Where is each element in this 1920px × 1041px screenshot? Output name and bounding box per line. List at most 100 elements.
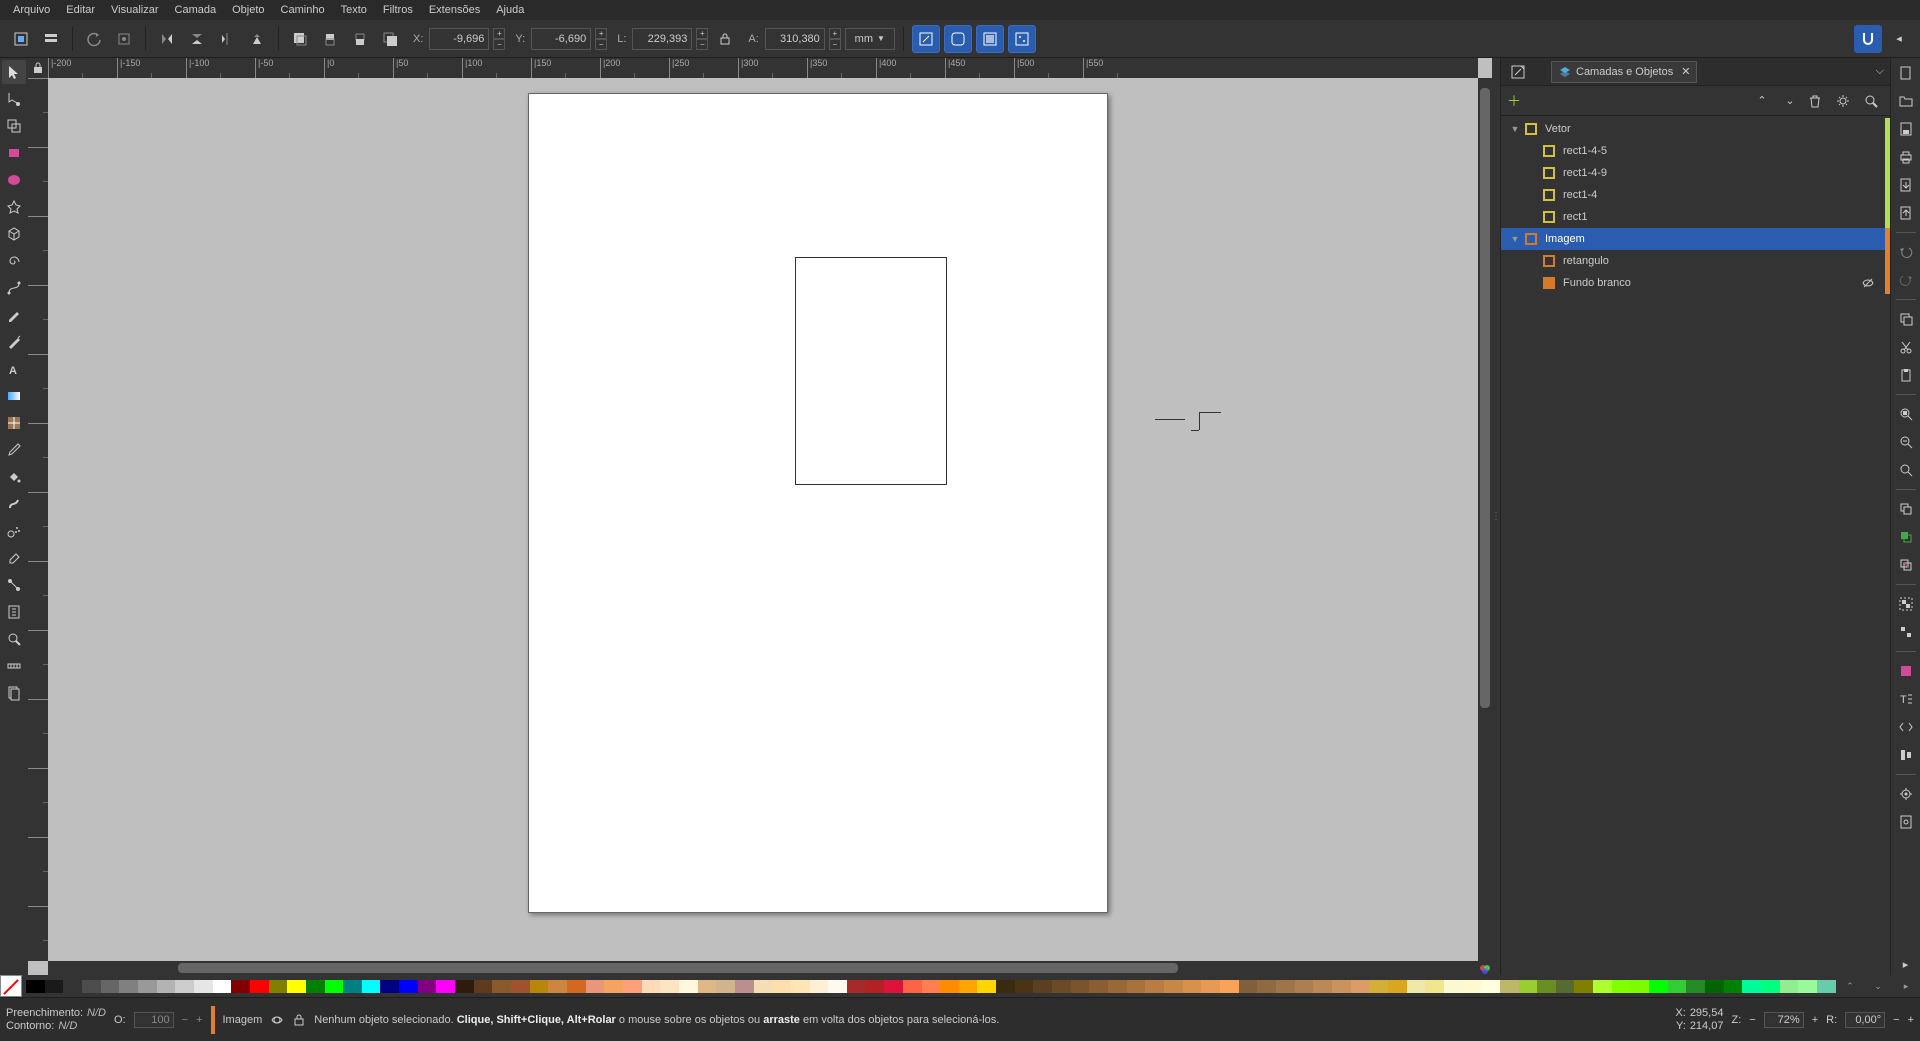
tweak-tool-icon[interactable] xyxy=(2,492,26,516)
layer-name[interactable]: rect1-4 xyxy=(1559,189,1881,201)
layer-row[interactable]: rect1-4-9 xyxy=(1501,162,1890,184)
canvas[interactable] xyxy=(48,78,1478,961)
clone-icon[interactable] xyxy=(1895,526,1917,548)
color-swatch[interactable] xyxy=(362,980,381,993)
color-swatch[interactable] xyxy=(1612,980,1631,993)
color-swatch[interactable] xyxy=(660,980,679,993)
snap-options-icon[interactable]: ◂ xyxy=(1886,26,1912,52)
color-swatch[interactable] xyxy=(716,980,735,993)
import-icon[interactable] xyxy=(1895,174,1917,196)
color-swatch[interactable] xyxy=(1220,980,1239,993)
color-swatch[interactable] xyxy=(698,980,717,993)
menu-ajuda[interactable]: Ajuda xyxy=(488,1,532,19)
preferences-icon[interactable] xyxy=(1895,783,1917,805)
color-swatch[interactable] xyxy=(492,980,511,993)
zoom-drawing-icon[interactable] xyxy=(1895,431,1917,453)
color-swatch[interactable] xyxy=(45,980,64,993)
layer-name[interactable]: rect1 xyxy=(1559,211,1881,223)
stray-path-1[interactable] xyxy=(1155,419,1185,420)
paintbucket-tool-icon[interactable] xyxy=(2,465,26,489)
h-input[interactable] xyxy=(765,28,825,50)
color-swatch[interactable] xyxy=(1313,980,1332,993)
mirror-h-icon[interactable] xyxy=(214,26,240,52)
color-swatch[interactable] xyxy=(1668,980,1687,993)
group-icon[interactable] xyxy=(1895,593,1917,615)
lower-icon[interactable] xyxy=(347,26,373,52)
color-swatch[interactable] xyxy=(1593,980,1612,993)
flip-v-icon[interactable] xyxy=(184,26,210,52)
layer-name[interactable]: Fundo branco xyxy=(1559,277,1857,289)
current-layer-name[interactable]: Imagem xyxy=(223,1014,263,1026)
vertical-scrollbar[interactable] xyxy=(1478,78,1492,961)
color-swatch[interactable] xyxy=(399,980,418,993)
transform-move-pattern-icon[interactable] xyxy=(1008,25,1036,53)
color-swatch[interactable] xyxy=(455,980,474,993)
color-swatch[interactable] xyxy=(735,980,754,993)
ruler-horizontal[interactable]: |-200|-150|-100|-50|0|50|100|150|200|250… xyxy=(48,58,1478,78)
color-swatch[interactable] xyxy=(418,980,437,993)
layer-row[interactable]: rect1 xyxy=(1501,206,1890,228)
color-swatch[interactable] xyxy=(474,980,493,993)
color-swatch[interactable] xyxy=(119,980,138,993)
zoom-minus[interactable]: − xyxy=(1749,1014,1755,1026)
rotate-cw-icon[interactable] xyxy=(111,26,137,52)
search-layer-icon[interactable] xyxy=(1864,94,1884,108)
color-swatch[interactable] xyxy=(1649,980,1668,993)
pages-tool-icon[interactable] xyxy=(2,681,26,705)
color-swatch[interactable] xyxy=(548,980,567,993)
layer-row[interactable]: rect1-4 xyxy=(1501,184,1890,206)
ellipse-tool-icon[interactable] xyxy=(2,168,26,192)
dropper-tool-icon[interactable] xyxy=(2,438,26,462)
color-swatch[interactable] xyxy=(977,980,996,993)
color-swatch[interactable] xyxy=(82,980,101,993)
paste-icon[interactable] xyxy=(1895,364,1917,386)
color-swatch[interactable] xyxy=(586,980,605,993)
text-tool-icon[interactable]: A xyxy=(2,357,26,381)
color-swatch[interactable] xyxy=(269,980,288,993)
color-swatch[interactable] xyxy=(866,980,885,993)
layer-name[interactable]: Imagem xyxy=(1541,233,1881,245)
color-swatch[interactable] xyxy=(1145,980,1164,993)
color-swatch[interactable] xyxy=(63,980,82,993)
more-commands-icon[interactable]: ▸ xyxy=(1895,953,1917,975)
color-swatch[interactable] xyxy=(1817,980,1836,993)
stray-path-4[interactable] xyxy=(1191,430,1199,431)
color-swatch[interactable] xyxy=(530,980,549,993)
color-mode-icon[interactable] xyxy=(1478,961,1492,975)
color-swatch[interactable] xyxy=(1332,980,1351,993)
color-swatch[interactable] xyxy=(325,980,344,993)
color-swatch[interactable] xyxy=(1351,980,1370,993)
rotation-plus[interactable]: + xyxy=(1908,1014,1914,1026)
text-dialog-icon[interactable]: T xyxy=(1895,688,1917,710)
layer-row[interactable]: Fundo branco xyxy=(1501,272,1890,294)
layer-tree[interactable]: ▼Vetorrect1-4-5rect1-4-9rect1-4rect1▼Ima… xyxy=(1501,116,1890,975)
unit-selector[interactable]: mm▼ xyxy=(845,28,895,50)
zoom-tool-icon[interactable] xyxy=(2,627,26,651)
color-swatch[interactable] xyxy=(1201,980,1220,993)
layer-row[interactable]: rect1-4-5 xyxy=(1501,140,1890,162)
raise-top-icon[interactable] xyxy=(287,26,313,52)
lower-bottom-icon[interactable] xyxy=(377,26,403,52)
new-dialog-icon[interactable] xyxy=(1505,61,1531,83)
layer-lock-icon[interactable] xyxy=(292,1013,306,1027)
color-swatch[interactable] xyxy=(1574,980,1593,993)
layer-settings-icon[interactable] xyxy=(1836,94,1856,108)
color-swatch[interactable] xyxy=(1761,980,1780,993)
color-swatch[interactable] xyxy=(250,980,269,993)
color-swatch[interactable] xyxy=(1500,980,1519,993)
ruler-corner-lock-icon[interactable] xyxy=(28,58,48,78)
mirror-v-icon[interactable] xyxy=(244,26,270,52)
spiral-tool-icon[interactable] xyxy=(2,249,26,273)
color-swatch[interactable] xyxy=(1780,980,1799,993)
expand-toggle-icon[interactable]: ▼ xyxy=(1509,124,1521,134)
color-swatch[interactable] xyxy=(1444,980,1463,993)
w-input[interactable] xyxy=(632,28,692,50)
zoom-page-icon[interactable] xyxy=(1895,459,1917,481)
transform-scale-corners-icon[interactable] xyxy=(944,25,972,53)
print-doc-icon[interactable] xyxy=(1895,146,1917,168)
layer-name[interactable]: rect1-4-9 xyxy=(1559,167,1881,179)
opacity-minus[interactable]: − xyxy=(182,1014,188,1026)
mesh-tool-icon[interactable] xyxy=(2,411,26,435)
h-spinner[interactable]: +− xyxy=(829,28,841,50)
color-swatch[interactable] xyxy=(996,980,1015,993)
